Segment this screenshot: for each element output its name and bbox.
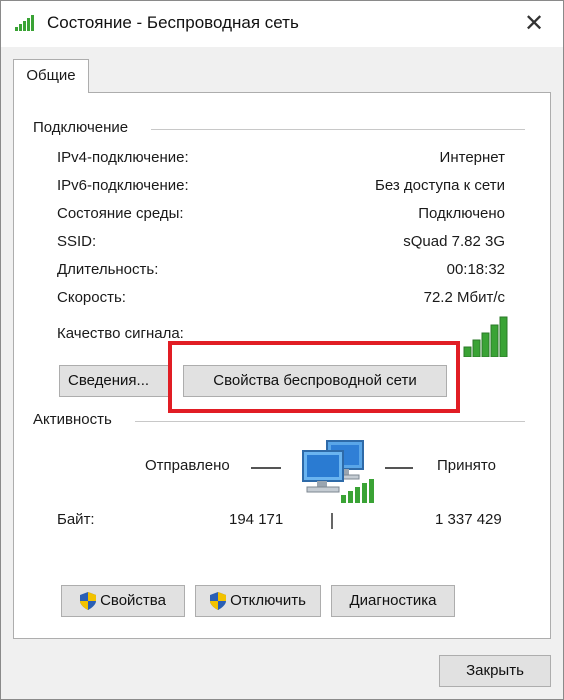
close-button[interactable]: Закрыть bbox=[439, 655, 551, 687]
shield-icon bbox=[80, 592, 97, 611]
details-button[interactable]: Сведения... bbox=[59, 365, 171, 397]
received-label: Принято bbox=[437, 457, 496, 474]
ipv6-label: IPv6-подключение: bbox=[57, 177, 189, 194]
status-dialog: Состояние - Беспроводная сеть ✕ Общие По… bbox=[0, 0, 564, 700]
diagnostics-button[interactable]: Диагностика bbox=[331, 585, 455, 617]
signal-strength-icon bbox=[463, 316, 508, 357]
speed-value: 72.2 Мбит/с bbox=[423, 289, 505, 306]
sent-label: Отправлено bbox=[145, 457, 230, 474]
activity-group-title: Активность bbox=[33, 411, 112, 428]
duration-label: Длительность: bbox=[57, 261, 159, 278]
wifi-signal-icon bbox=[15, 15, 34, 31]
highlight-frame bbox=[168, 341, 460, 413]
ipv6-value: Без доступа к сети bbox=[375, 177, 505, 194]
received-dash bbox=[385, 467, 413, 469]
ipv4-label: IPv4-подключение: bbox=[57, 149, 189, 166]
properties-button[interactable]: Свойства bbox=[61, 585, 185, 617]
ssid-value: sQuad 7.82 3G bbox=[403, 233, 505, 250]
connection-group-title: Подключение bbox=[33, 119, 129, 136]
ssid-label: SSID: bbox=[57, 233, 97, 250]
bytes-sent-value: 194 171 bbox=[229, 511, 284, 528]
sent-dash bbox=[251, 467, 281, 469]
properties-button-label: Свойства bbox=[100, 592, 166, 610]
diagnostics-button-label: Диагностика bbox=[349, 592, 437, 610]
disconnect-button-label: Отключить bbox=[230, 592, 306, 610]
close-icon[interactable]: ✕ bbox=[519, 9, 549, 39]
signal-quality-label: Качество сигнала: bbox=[57, 325, 184, 342]
disconnect-button[interactable]: Отключить bbox=[195, 585, 321, 617]
details-button-label: Сведения... bbox=[68, 372, 150, 390]
speed-label: Скорость: bbox=[57, 289, 126, 306]
network-computers-icon bbox=[302, 440, 374, 503]
activity-divider bbox=[331, 513, 333, 529]
ipv4-value: Интернет bbox=[439, 149, 505, 166]
bytes-label: Байт: bbox=[57, 511, 95, 528]
connection-group-line bbox=[151, 129, 525, 130]
title-bar: Состояние - Беспроводная сеть ✕ bbox=[1, 1, 563, 47]
shield-icon bbox=[210, 592, 227, 611]
media-state-label: Состояние среды: bbox=[57, 205, 184, 222]
close-button-label: Закрыть bbox=[466, 662, 524, 680]
tab-general[interactable]: Общие bbox=[13, 59, 89, 93]
activity-group-line bbox=[135, 421, 525, 422]
window-title: Состояние - Беспроводная сеть bbox=[47, 13, 299, 32]
bytes-received-value: 1 337 429 bbox=[435, 511, 502, 528]
duration-value: 00:18:32 bbox=[446, 261, 505, 278]
media-state-value: Подключено bbox=[418, 205, 505, 222]
